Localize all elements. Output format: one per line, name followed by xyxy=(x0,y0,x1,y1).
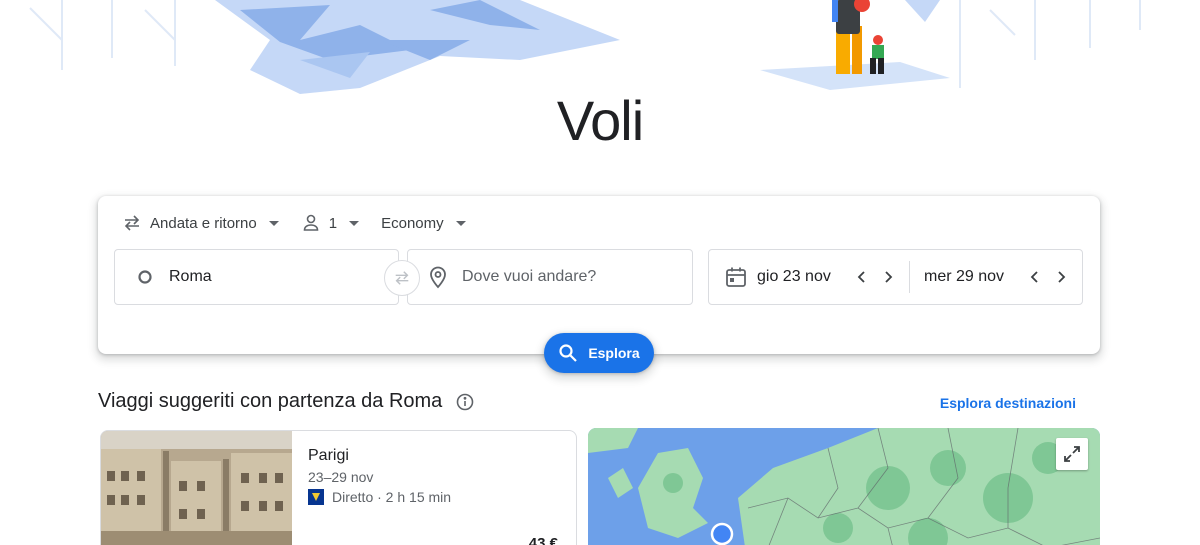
trip-dates: 23–29 nov xyxy=(308,469,374,485)
swap-arrows-icon xyxy=(122,213,142,233)
swap-icon xyxy=(395,271,409,285)
page-title: Voli xyxy=(556,89,644,152)
depart-prev-day-button[interactable] xyxy=(847,263,875,291)
explore-button[interactable]: Esplora xyxy=(544,333,654,373)
chevron-down-icon xyxy=(268,220,279,226)
suggestions-heading: Viaggi suggeriti con partenza da Roma xyxy=(98,390,474,413)
depart-date-value: gio 23 nov xyxy=(757,268,831,285)
cabin-class-label: Economy xyxy=(381,214,444,232)
trip-price: 43 € xyxy=(528,535,558,545)
trip-flight-info: Diretto · 2 h 15 min xyxy=(308,489,451,505)
hero-illustration xyxy=(0,0,1200,100)
origin-marker xyxy=(710,522,734,545)
flight-search-card: Andata e ritorno 1 Economy Roma Dove vuo… xyxy=(98,196,1100,354)
location-pin-icon xyxy=(426,265,450,289)
return-date[interactable]: mer 29 nov xyxy=(924,250,1076,304)
destination-field[interactable]: Dove vuoi andare? xyxy=(407,249,693,305)
dates-field: gio 23 nov mer 29 nov xyxy=(708,249,1083,305)
explore-button-label: Esplora xyxy=(588,345,640,361)
depart-date[interactable]: gio 23 nov xyxy=(709,250,903,304)
chevron-right-icon xyxy=(885,271,893,283)
chevron-left-icon xyxy=(857,271,865,283)
info-icon[interactable] xyxy=(456,393,474,411)
expand-icon xyxy=(1064,446,1080,462)
expand-map-button[interactable] xyxy=(1056,438,1088,470)
depart-next-day-button[interactable] xyxy=(875,263,903,291)
cabin-class-select[interactable]: Economy xyxy=(381,215,466,232)
return-date-value: mer 29 nov xyxy=(924,268,1005,285)
trip-flight-text: Diretto · 2 h 15 min xyxy=(332,489,452,505)
swap-locations-button[interactable] xyxy=(384,260,420,296)
person-icon xyxy=(301,213,321,233)
passengers-select[interactable]: 1 xyxy=(301,213,360,233)
trip-type-label: Andata e ritorno xyxy=(150,214,257,232)
passengers-count: 1 xyxy=(328,214,338,232)
date-divider xyxy=(909,261,910,293)
chevron-down-icon xyxy=(455,220,466,226)
destinations-map[interactable] xyxy=(588,428,1100,545)
suggestions-title: Viaggi suggeriti con partenza da Roma xyxy=(98,390,443,412)
trip-city: Parigi xyxy=(308,447,349,464)
trip-type-select[interactable]: Andata e ritorno xyxy=(122,213,279,233)
explore-destinations-link[interactable]: Esplora destinazioni xyxy=(940,395,1076,411)
calendar-icon xyxy=(725,266,747,288)
search-options-row: Andata e ritorno 1 Economy xyxy=(122,211,488,235)
destination-photo xyxy=(101,431,292,545)
chevron-left-icon xyxy=(1030,271,1038,283)
origin-field[interactable]: Roma xyxy=(114,249,399,305)
chevron-right-icon xyxy=(1058,271,1066,283)
destination-placeholder: Dove vuoi andare? xyxy=(462,268,597,285)
origin-circle-icon xyxy=(133,265,157,289)
return-prev-day-button[interactable] xyxy=(1020,263,1048,291)
search-icon xyxy=(559,344,578,362)
return-next-day-button[interactable] xyxy=(1048,263,1076,291)
airline-logo-icon xyxy=(308,489,324,505)
trip-card[interactable]: Parigi 23–29 nov Diretto · 2 h 15 min 43… xyxy=(100,430,577,545)
chevron-down-icon xyxy=(349,220,360,226)
origin-value: Roma xyxy=(169,268,212,285)
